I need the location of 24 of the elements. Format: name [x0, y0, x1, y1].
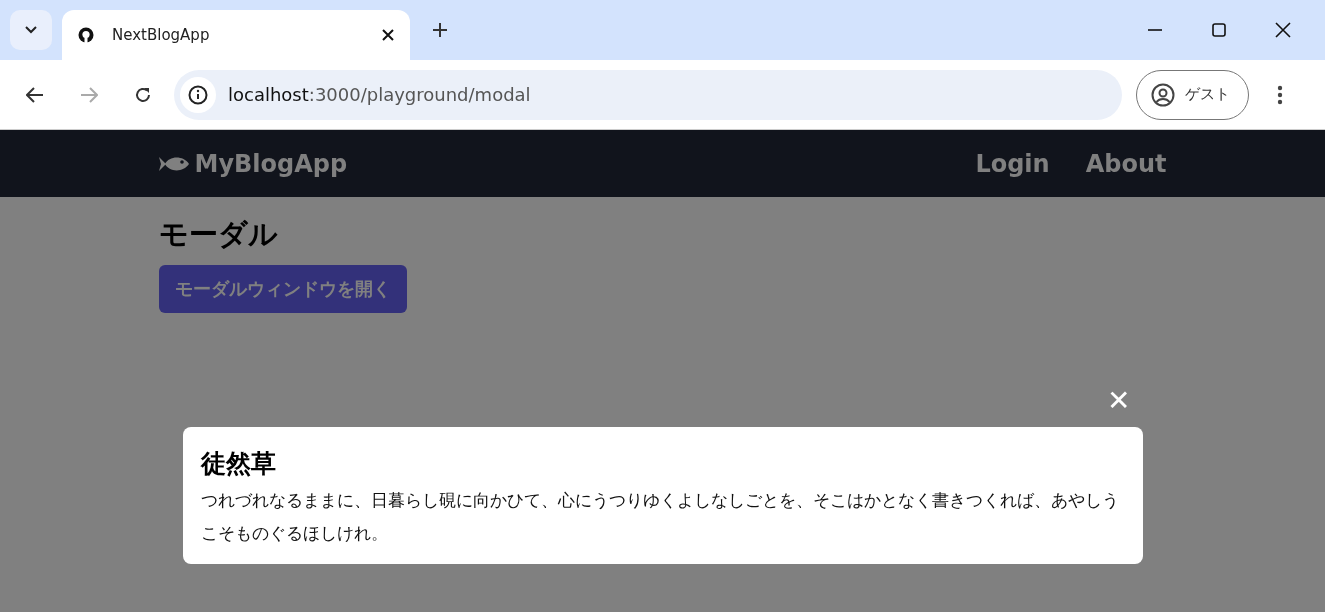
back-arrow-icon[interactable] — [26, 86, 44, 103]
modal-title: 徒然草 — [201, 448, 277, 480]
browser-tab[interactable]: NextBlogApp — [62, 10, 410, 60]
fish-icon — [158, 154, 189, 173]
open-modal-button[interactable]: モーダルウィンドウを開く — [158, 265, 407, 313]
profile-button[interactable]: ゲスト — [1136, 69, 1249, 120]
person-icon — [1151, 82, 1175, 107]
new-tab-icon[interactable] — [432, 22, 448, 38]
close-icon[interactable] — [382, 29, 394, 41]
modal-text: つれづれなるままに、日暮らし硯に向かひて、心にうつりゆくよしなしごとを、そこはかとなく書きつくれば、あやしうこそものぐるほしけれ。 — [201, 489, 1120, 545]
close-icon[interactable] — [1275, 22, 1291, 38]
brand-link[interactable]: MyBlogApp — [158, 149, 348, 178]
nav-link[interactable]: About — [1085, 149, 1167, 178]
chevron-down-icon — [25, 26, 37, 34]
info-icon[interactable] — [188, 84, 208, 105]
modal-close-button[interactable]: ✕ — [1107, 385, 1131, 417]
url-text: localhost:3000/playground/modal — [228, 84, 531, 105]
maximize-icon[interactable] — [1211, 22, 1227, 38]
more-menu-icon[interactable] — [1277, 84, 1283, 105]
tab-title: NextBlogApp — [112, 26, 211, 44]
page-title: モーダル — [158, 216, 279, 253]
nav-link[interactable]: Login — [975, 149, 1050, 178]
address-bar[interactable]: localhost:3000/playground/modal — [174, 69, 1122, 120]
reload-icon[interactable] — [134, 85, 152, 104]
